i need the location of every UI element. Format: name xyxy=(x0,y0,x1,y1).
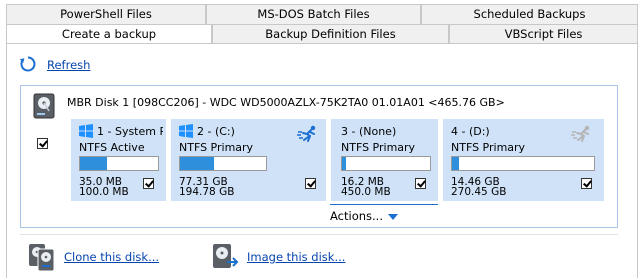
tab-create-backup[interactable]: Create a backup xyxy=(6,24,212,44)
partition-usage-fill xyxy=(180,157,215,170)
disk-title: MBR Disk 1 [098CC206] - WDC WD5000AZLX-7… xyxy=(67,96,505,109)
partition-2[interactable]: 2 - (C:) NTFS Primary 77.31 GB 194.78 GB xyxy=(171,119,326,201)
partition-name: 3 - (None) xyxy=(341,125,397,138)
partition-usage-bar xyxy=(341,156,431,171)
partition-checkbox[interactable] xyxy=(305,178,316,192)
tab-powershell-files[interactable]: PowerShell Files xyxy=(6,4,206,24)
tab-backup-definition-files[interactable]: Backup Definition Files xyxy=(212,24,449,44)
hard-disk-icon xyxy=(33,93,55,119)
refresh-icon[interactable] xyxy=(19,55,37,73)
chevron-down-icon[interactable] xyxy=(387,213,398,220)
clone-disk-icon[interactable] xyxy=(28,242,56,272)
partition-total: 100.0 MB xyxy=(79,186,129,198)
partition-name: 2 - (C:) xyxy=(197,125,235,138)
partition-checkbox-box[interactable] xyxy=(143,178,154,189)
partition-usage-bar xyxy=(179,156,267,171)
partition-4[interactable]: 4 - (D:) NTFS Primary 14.46 GB 270.45 GB xyxy=(443,119,604,201)
selection-underline xyxy=(330,204,438,205)
tab-scheduled-backups[interactable]: Scheduled Backups xyxy=(421,4,638,24)
partition-type: NTFS Primary xyxy=(341,141,416,154)
windows-icon xyxy=(179,124,193,138)
tab-vbscript-files[interactable]: VBScript Files xyxy=(449,24,638,44)
partition-1[interactable]: 1 - System Rese NTFS Active 35.0 MB 100.… xyxy=(71,119,166,201)
partition-checkbox-box[interactable] xyxy=(581,178,592,189)
clone-disk-link[interactable]: Clone this disk... xyxy=(64,250,159,264)
windows-icon xyxy=(79,124,93,138)
partition-usage-fill xyxy=(80,157,108,170)
partition-total: 194.78 GB xyxy=(179,186,235,198)
partition-type: NTFS Primary xyxy=(179,141,254,154)
image-disk-link[interactable]: Image this disk... xyxy=(247,250,345,264)
refresh-link[interactable]: Refresh xyxy=(47,58,90,72)
partition-total: 270.45 GB xyxy=(451,186,507,198)
partition-type: NTFS Active xyxy=(79,141,145,154)
partition-name: 4 - (D:) xyxy=(451,125,490,138)
running-man-icon xyxy=(297,125,316,142)
disk-checkbox-box[interactable] xyxy=(37,138,48,149)
partition-usage-bar xyxy=(451,156,595,171)
partition-checkbox[interactable] xyxy=(143,178,154,192)
partition-type: NTFS Primary xyxy=(451,141,526,154)
image-disk-icon[interactable] xyxy=(211,242,239,272)
partition-checkbox[interactable] xyxy=(415,178,426,192)
partition-usage-fill xyxy=(342,157,346,170)
partition-checkbox-box[interactable] xyxy=(305,178,316,189)
actions-label[interactable]: Actions... xyxy=(330,209,383,223)
partition-checkbox[interactable] xyxy=(581,178,592,192)
partition-usage-fill xyxy=(452,157,460,170)
running-man-icon xyxy=(571,125,590,142)
disk-checkbox[interactable] xyxy=(37,138,48,152)
partition-name: 1 - System Rese xyxy=(97,125,163,138)
partition-3[interactable]: 3 - (None) NTFS Primary 16.2 MB 450.0 MB xyxy=(331,119,438,201)
actions-dropdown[interactable]: Actions... xyxy=(330,209,398,223)
partition-total: 450.0 MB xyxy=(341,186,391,198)
partition-usage-bar xyxy=(79,156,159,171)
partition-checkbox-box[interactable] xyxy=(415,178,426,189)
divider xyxy=(20,234,618,235)
tab-msdos-batch-files[interactable]: MS-DOS Batch Files xyxy=(206,4,421,24)
